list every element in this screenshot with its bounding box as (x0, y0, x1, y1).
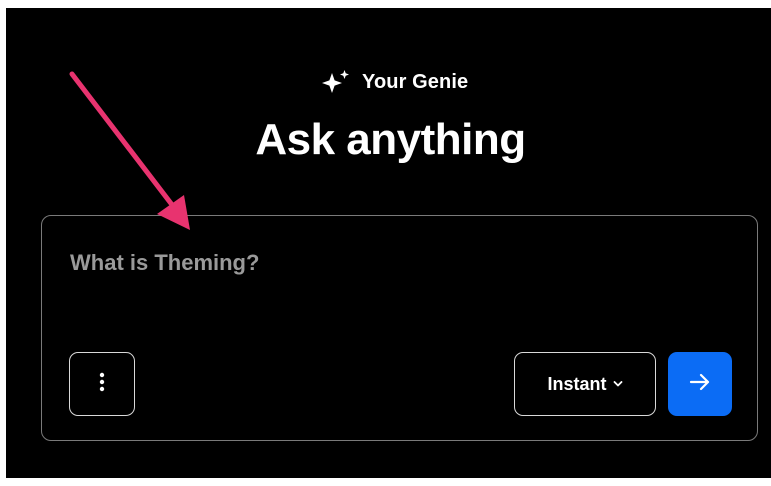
mode-select[interactable]: Instant (514, 352, 656, 416)
genie-panel: Your Genie Ask anything Instant (6, 8, 771, 478)
more-options-button[interactable] (69, 352, 135, 416)
page-title: Ask anything (255, 115, 526, 164)
brand-label: Your Genie (362, 70, 469, 93)
send-button[interactable] (668, 352, 732, 416)
arrow-right-icon (689, 372, 711, 397)
sparkles-icon (318, 68, 354, 96)
chevron-down-icon (613, 375, 623, 393)
vertical-ellipsis-icon (99, 372, 105, 397)
prompt-card: Instant (41, 215, 758, 441)
prompt-input[interactable] (70, 250, 710, 276)
mode-label: Instant (547, 373, 607, 394)
brand: Your Genie (318, 69, 468, 95)
